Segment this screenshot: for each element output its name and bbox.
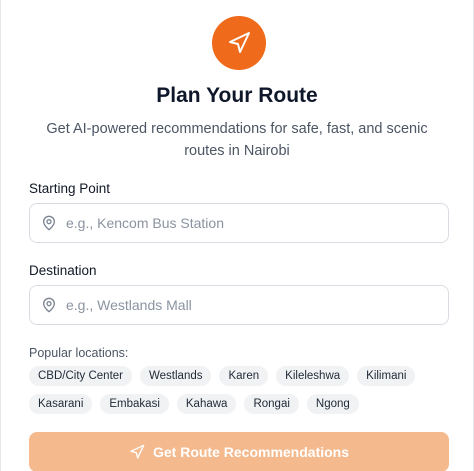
page-subtitle: Get AI-powered recommendations for safe,… [46, 121, 428, 159]
route-planner-panel: Plan Your Route Get AI-powered recommend… [0, 0, 474, 471]
location-chip-ngong[interactable]: Ngong [306, 394, 359, 414]
get-route-recommendations-button[interactable]: Get Route Recommendations [29, 432, 449, 471]
popular-locations-list: CBD/City Center Westlands Karen Kilelesh… [29, 366, 449, 414]
destination-input[interactable] [66, 297, 426, 313]
starting-point-input[interactable] [66, 215, 426, 231]
location-chip-cbd[interactable]: CBD/City Center [29, 366, 132, 386]
location-chip-westlands[interactable]: Westlands [140, 366, 212, 386]
map-pin-icon [32, 215, 66, 231]
location-chip-kasarani[interactable]: Kasarani [29, 394, 93, 414]
location-chip-karen[interactable]: Karen [219, 366, 269, 386]
page-title: Plan Your Route [156, 84, 318, 107]
location-chip-rongai[interactable]: Rongai [244, 394, 299, 414]
starting-point-label: Starting Point [29, 181, 111, 196]
popular-locations-label: Popular locations: [29, 346, 129, 360]
get-route-recommendations-label: Get Route Recommendations [152, 444, 350, 460]
location-chip-kilimani[interactable]: Kilimani [357, 366, 416, 386]
navigation-arrow-icon [212, 16, 266, 70]
destination-field[interactable] [29, 285, 449, 325]
destination-label: Destination [29, 263, 97, 278]
location-chip-embakasi[interactable]: Embakasi [100, 394, 169, 414]
location-chip-kileleshwa[interactable]: Kileleshwa [276, 366, 350, 386]
starting-point-field[interactable] [29, 203, 449, 243]
location-chip-kahawa[interactable]: Kahawa [176, 394, 237, 414]
map-pin-icon [32, 297, 66, 313]
navigation-arrow-icon [129, 444, 145, 460]
